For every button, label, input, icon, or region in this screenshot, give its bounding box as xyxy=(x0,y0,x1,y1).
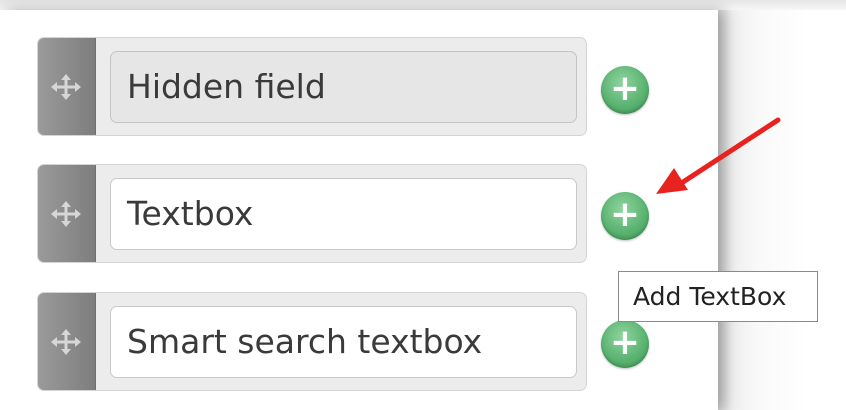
add-hidden-field-button[interactable]: + xyxy=(601,66,649,114)
drag-handle[interactable] xyxy=(38,293,96,390)
add-smart-search-textbox-button[interactable]: + xyxy=(601,320,649,368)
plus-circle-icon: + xyxy=(609,322,641,363)
field-row-smart-search-textbox: Smart search textbox xyxy=(37,292,587,391)
hidden-field-input: Hidden field xyxy=(110,51,577,123)
move-icon xyxy=(51,329,81,355)
move-icon xyxy=(51,74,81,100)
field-row-textbox: Textbox xyxy=(37,164,587,263)
drag-handle[interactable] xyxy=(38,165,96,262)
red-arrow-annotation xyxy=(656,117,781,194)
add-textbox-tooltip: Add TextBox xyxy=(618,271,818,322)
smart-search-textbox-field-input[interactable]: Smart search textbox xyxy=(110,306,577,378)
move-icon xyxy=(51,201,81,227)
textbox-field-input[interactable]: Textbox xyxy=(110,178,577,250)
drag-handle[interactable] xyxy=(38,38,96,135)
plus-circle-icon: + xyxy=(609,194,641,235)
add-textbox-button[interactable]: + xyxy=(601,192,649,240)
plus-circle-icon: + xyxy=(609,68,641,109)
canvas-area xyxy=(718,10,846,410)
top-bar xyxy=(0,0,846,10)
field-row-hidden-field: Hidden field xyxy=(37,37,587,136)
